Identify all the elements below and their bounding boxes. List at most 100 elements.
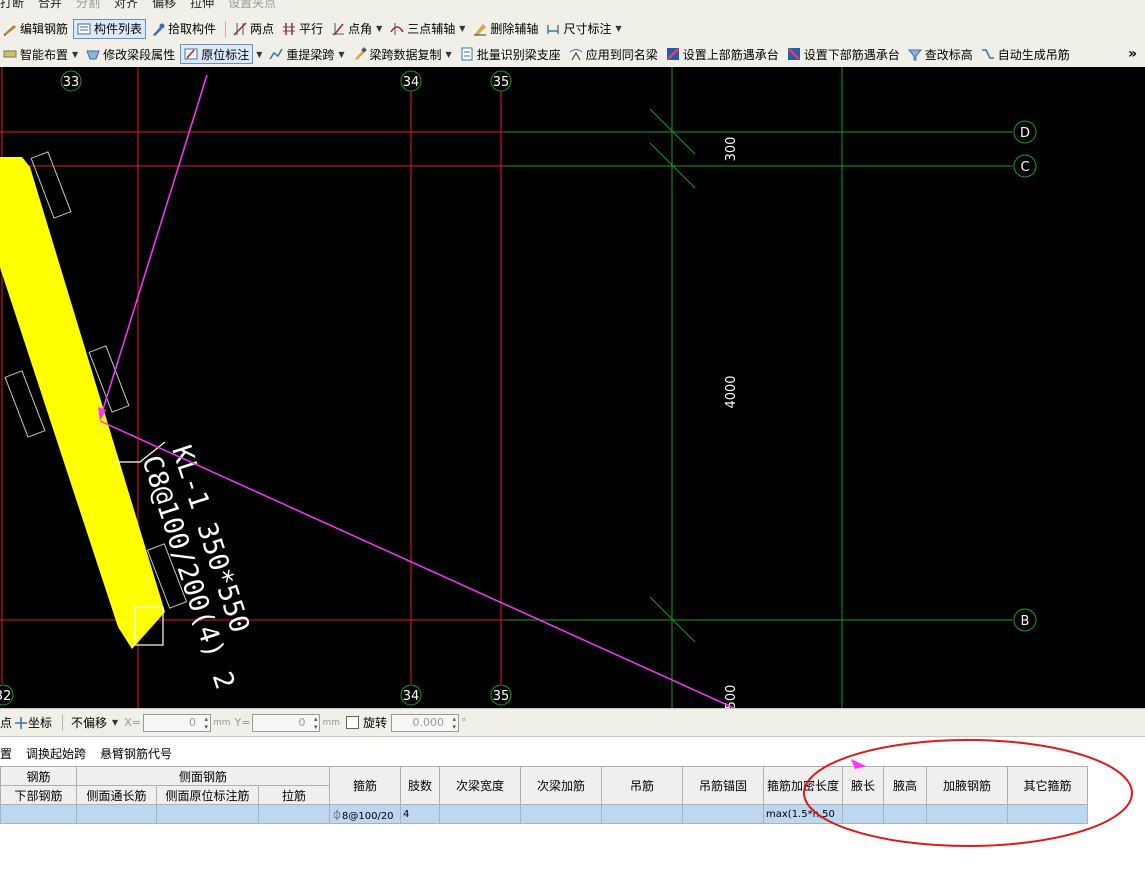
repick-span-button[interactable]: 重提梁跨 ▼ <box>266 44 347 64</box>
cell-haunch-rebar[interactable] <box>926 804 1008 824</box>
parallel-button[interactable]: 平行 <box>279 19 326 39</box>
dimension-button[interactable]: 尺寸标注 ▼ <box>543 19 624 39</box>
cantilever-rebar-code-action[interactable]: 悬臂钢筋代号 <box>100 745 172 762</box>
cell-haunch-length[interactable] <box>842 804 884 824</box>
edit-rebar-button[interactable]: 编辑钢筋 <box>0 19 71 39</box>
swap-start-span-action[interactable]: 调换起始跨 <box>26 745 86 762</box>
offset-button[interactable]: 偏移 <box>152 0 176 11</box>
col-stirrup[interactable]: 箍筋 <box>329 766 401 805</box>
smart-layout-label: 智能布置 <box>20 47 69 62</box>
batch-identify-support-label: 批量识别梁支座 <box>476 47 561 62</box>
point-mode-label[interactable]: 点 <box>0 714 12 731</box>
col-other-stirrup[interactable]: 其它箍筋 <box>1007 766 1088 805</box>
pick-component-button[interactable]: 拾取构件 <box>148 19 219 39</box>
original-annotation-label: 原位标注 <box>201 47 250 62</box>
toolbar-separator <box>62 714 64 731</box>
two-points-button[interactable]: 两点 <box>230 19 277 39</box>
merge-button[interactable]: 合并 <box>38 0 62 11</box>
more-chevron-icon[interactable]: » <box>1128 46 1137 62</box>
original-annotation-button[interactable]: 原位标注 <box>180 44 254 64</box>
stretch-button[interactable]: 拉伸 <box>190 0 214 11</box>
cell-sec-beam-add[interactable] <box>520 804 602 824</box>
offset-select[interactable]: 不偏移 ▼ <box>67 713 122 732</box>
col-stirrup-add-length[interactable]: 箍筋加密长度 <box>763 766 843 805</box>
split-button[interactable]: 分割 <box>76 0 100 11</box>
y-coordinate-input[interactable]: 0 <box>252 713 321 732</box>
chevron-down-icon[interactable]: ▼ <box>376 24 382 33</box>
modify-span-attr-button[interactable]: 修改梁段属性 <box>83 44 178 64</box>
rotate-checkbox[interactable] <box>346 716 359 729</box>
x-coordinate-input[interactable]: 0 <box>142 713 211 732</box>
batch-identify-support-button[interactable]: 批量识别梁支座 <box>457 44 564 64</box>
axis-label-35: 35 <box>493 75 510 90</box>
chevron-down-icon[interactable]: ▼ <box>256 50 262 59</box>
cell-side-long[interactable] <box>76 804 157 824</box>
rotate-angle-input[interactable]: 0.000 <box>391 713 460 732</box>
copy-span-data-button[interactable]: 梁跨数据复制 ▼ <box>350 44 455 64</box>
cell-side-orig[interactable] <box>156 804 259 824</box>
chevron-down-icon[interactable]: ▼ <box>615 24 621 33</box>
smart-layout-icon <box>3 47 17 61</box>
col-hanger-anchor[interactable]: 吊筋锚固 <box>682 766 764 805</box>
axis-bubble-35-bottom: 35 <box>490 684 512 706</box>
cell-bottom-rebar[interactable] <box>0 804 77 824</box>
col-secondary-beam-width[interactable]: 次梁宽度 <box>439 766 521 805</box>
modify-icon <box>86 47 100 61</box>
cell-hanger[interactable] <box>601 804 683 824</box>
smart-layout-button[interactable]: 智能布置 ▼ <box>0 44 81 64</box>
col-legs[interactable]: 肢数 <box>400 766 440 805</box>
cell-stirrup-add-length[interactable]: max(1.5*h,50 <box>763 804 843 824</box>
edit-rebar-label: 编辑钢筋 <box>20 22 69 36</box>
x-label: X= <box>124 716 141 729</box>
modify-span-attr-label: 修改梁段属性 <box>103 47 176 62</box>
auto-hanger-button[interactable]: 自动生成吊筋 <box>978 44 1073 64</box>
component-list-button[interactable]: 构件列表 <box>73 18 147 39</box>
pick-component-label: 拾取构件 <box>168 22 217 36</box>
coordinate-icon[interactable] <box>14 716 28 730</box>
table-row[interactable]: ⏀8@100/20 4 max(1.5*h,50 <box>0 804 1088 824</box>
set-bottom-rebar-support-button[interactable]: 设置下部筋遇承台 <box>784 44 903 64</box>
set-grip-button[interactable]: 设置夹点 <box>228 0 276 11</box>
col-side-original-rebar[interactable]: 侧面原位标注筋 <box>156 785 259 805</box>
coordinate-label[interactable]: 坐标 <box>28 714 52 731</box>
delete-axis-button[interactable]: 删除辅轴 <box>470 19 541 39</box>
cell-haunch-height[interactable] <box>883 804 927 824</box>
col-secondary-beam-add[interactable]: 次梁加筋 <box>520 766 602 805</box>
col-bottom-rebar[interactable]: 下部钢筋 <box>0 785 77 805</box>
cell-hanger-anchor[interactable] <box>682 804 764 824</box>
settings-action[interactable]: 置 <box>0 745 12 762</box>
three-point-axis-button[interactable]: 三点辅轴 ▼ <box>387 19 468 39</box>
col-tie-rebar[interactable]: 拉筋 <box>258 785 330 805</box>
col-haunch-rebar[interactable]: 加腋钢筋 <box>926 766 1008 805</box>
chevron-down-icon[interactable]: ▼ <box>446 50 452 59</box>
list-icon <box>77 22 91 36</box>
beam-kl-1[interactable] <box>0 157 165 649</box>
check-elevation-button[interactable]: 查改标高 <box>905 44 976 64</box>
toolbar-separator <box>225 20 227 37</box>
align-button[interactable]: 对齐 <box>114 0 138 11</box>
top-toolbar-partial: 打断 合并 分割 对齐 偏移 拉伸 设置夹点 <box>0 0 1145 17</box>
col-side-long-rebar[interactable]: 侧面通长筋 <box>76 785 157 805</box>
apply-same-name-button[interactable]: 应用到同名梁 <box>566 44 661 64</box>
annotation-icon <box>184 47 198 61</box>
drawing-canvas[interactable]: 300 4000 500 33 34 35 32 34 35 <box>0 67 1145 708</box>
set-top-rebar-support-label: 设置上部筋遇承台 <box>682 47 779 62</box>
cell-other-stirrup[interactable] <box>1007 804 1088 824</box>
beam-annotation-grid: 钢筋 侧面钢筋 箍筋 肢数 次梁宽度 次梁加筋 吊筋 吊筋锚固 箍筋加密长度 腋… <box>0 766 1088 824</box>
set-top-rebar-support-button[interactable]: 设置上部筋遇承台 <box>663 44 782 64</box>
col-haunch-length[interactable]: 腋长 <box>842 766 884 805</box>
cell-legs[interactable]: 4 <box>400 804 440 824</box>
chevron-down-icon[interactable]: ▼ <box>338 50 344 59</box>
cell-stirrup[interactable]: ⏀8@100/20 <box>329 804 401 824</box>
parallel-icon <box>282 22 296 36</box>
apply-icon <box>569 47 583 61</box>
break-button[interactable]: 打断 <box>0 0 24 11</box>
chevron-down-icon[interactable]: ▼ <box>459 24 465 33</box>
two-points-label: 两点 <box>250 22 275 36</box>
point-angle-button[interactable]: 点角 ▼ <box>328 19 385 39</box>
col-hanger[interactable]: 吊筋 <box>601 766 683 805</box>
cell-tie[interactable] <box>258 804 330 824</box>
chevron-down-icon[interactable]: ▼ <box>72 50 78 59</box>
col-haunch-height[interactable]: 腋高 <box>883 766 927 805</box>
cell-sec-beam-width[interactable] <box>439 804 521 824</box>
